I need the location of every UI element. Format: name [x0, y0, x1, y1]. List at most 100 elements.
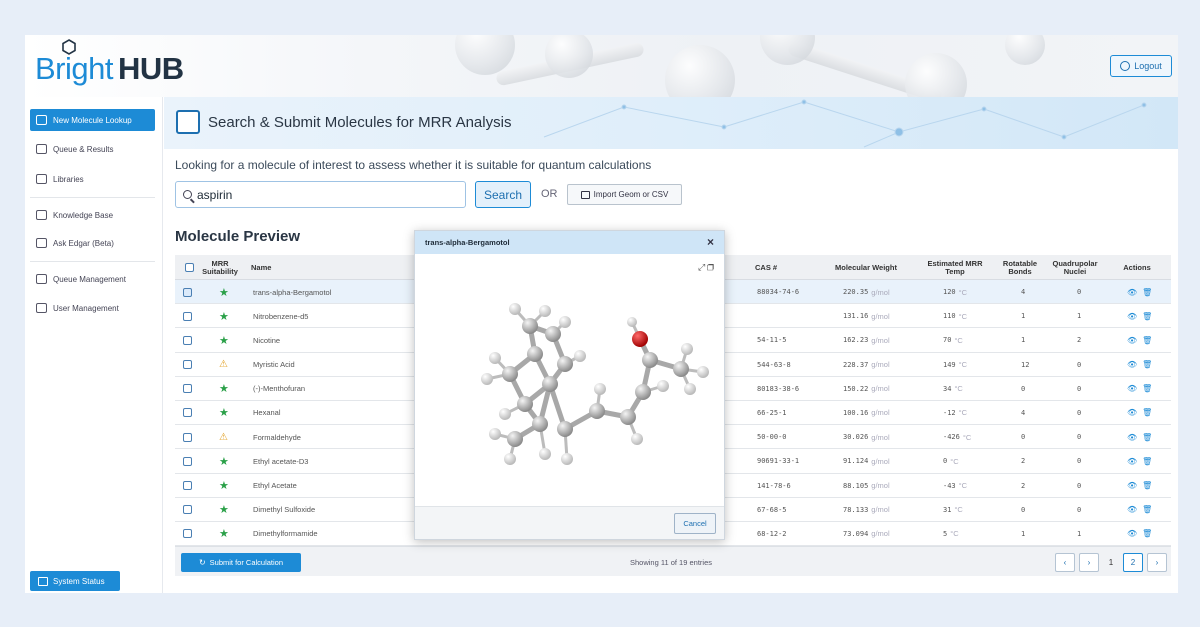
view-icon[interactable]: 👁: [1127, 312, 1142, 321]
row-checkbox[interactable]: [183, 425, 192, 449]
select-all-checkbox[interactable]: [183, 255, 195, 280]
row-checkbox[interactable]: [183, 280, 192, 304]
trash-icon[interactable]: 🗑: [1142, 336, 1157, 345]
trash-icon[interactable]: 🗑: [1142, 408, 1157, 417]
rotatable-bonds: 12: [1021, 360, 1030, 369]
molecular-weight: 78.133 g/mol: [843, 505, 890, 515]
quadrupolar-nuclei: 1: [1077, 529, 1082, 538]
molecule-name[interactable]: Myristic Acid: [253, 353, 295, 377]
row-checkbox[interactable]: [183, 522, 192, 546]
trash-icon[interactable]: 🗑: [1142, 457, 1157, 466]
sidebar-item-knowledge-base[interactable]: Knowledge Base: [30, 204, 155, 226]
sidebar-item-queue-results[interactable]: Queue & Results: [30, 138, 155, 160]
quadrupolar-nuclei: 0: [1077, 384, 1082, 393]
page-2[interactable]: 2: [1123, 553, 1143, 572]
sidebar-item-new-molecule-lookup[interactable]: New Molecule Lookup: [30, 109, 155, 131]
molecule-name[interactable]: Dimethylformamide: [253, 522, 318, 546]
trash-icon[interactable]: 🗑: [1142, 288, 1157, 297]
brand-logo: Bright HUB: [35, 47, 184, 91]
row-checkbox[interactable]: [183, 377, 192, 401]
sidebar-item-label: Queue Management: [53, 274, 126, 284]
col-rot[interactable]: Rotatable Bonds: [997, 255, 1043, 280]
sidebar-item-queue-management[interactable]: Queue Management: [30, 268, 155, 290]
col-temp[interactable]: Estimated MRR Temp: [920, 255, 990, 280]
star-icon: ★: [219, 334, 229, 347]
trash-icon[interactable]: 🗑: [1142, 505, 1157, 514]
molecule-3d-view[interactable]: [415, 254, 724, 507]
molecular-weight: 162.23 g/mol: [843, 335, 890, 345]
next-page-button[interactable]: ›: [1079, 553, 1099, 572]
molecular-weight: 150.22 g/mol: [843, 384, 890, 394]
logout-button[interactable]: Logout: [1110, 55, 1172, 77]
row-actions: 👁 🗑: [1127, 353, 1157, 377]
view-icon[interactable]: 👁: [1127, 481, 1142, 490]
import-icon: [580, 190, 590, 199]
submit-button[interactable]: ↻ Submit for Calculation: [181, 553, 301, 572]
trash-icon[interactable]: 🗑: [1142, 481, 1157, 490]
view-icon[interactable]: 👁: [1127, 336, 1142, 345]
close-icon[interactable]: ×: [707, 235, 714, 249]
cas-number: 67-68-5: [757, 505, 787, 514]
trash-icon[interactable]: 🗑: [1142, 312, 1157, 321]
sidebar-item-label: New Molecule Lookup: [53, 115, 132, 125]
col-name[interactable]: Name: [251, 255, 291, 280]
col-cas[interactable]: CAS #: [755, 255, 795, 280]
external-link-icon: [36, 210, 47, 220]
view-icon[interactable]: 👁: [1127, 433, 1142, 442]
molecule-name[interactable]: (-)-Menthofuran: [253, 377, 305, 401]
search-input-box[interactable]: [175, 181, 466, 208]
view-icon[interactable]: 👁: [1127, 457, 1142, 466]
queue-icon: [36, 274, 47, 284]
search-input[interactable]: [197, 187, 447, 202]
row-checkbox[interactable]: [183, 353, 192, 377]
brand-name-part2: HUB: [117, 51, 184, 86]
molecule-name[interactable]: Hexanal: [253, 401, 281, 425]
view-icon[interactable]: 👁: [1127, 529, 1142, 538]
last-page-button[interactable]: ›: [1147, 553, 1167, 572]
cancel-button[interactable]: Cancel: [674, 513, 716, 534]
trash-icon[interactable]: 🗑: [1142, 529, 1157, 538]
sidebar-item-ask-edgar[interactable]: Ask Edgar (Beta): [30, 232, 155, 254]
prev-page-button[interactable]: ‹: [1055, 553, 1075, 572]
sidebar-item-label: User Management: [53, 303, 119, 313]
system-status-button[interactable]: System Status: [30, 571, 120, 591]
sidebar-item-user-management[interactable]: User Management: [30, 297, 155, 319]
star-icon: ★: [219, 455, 229, 468]
row-actions: 👁 🗑: [1127, 304, 1157, 328]
col-quad[interactable]: Quadrupolar Nuclei: [1045, 255, 1105, 280]
search-button[interactable]: Search: [475, 181, 531, 208]
view-icon[interactable]: 👁: [1127, 384, 1142, 393]
molecular-weight: 73.094 g/mol: [843, 529, 890, 539]
molecule-name[interactable]: trans-alpha-Bergamotol: [253, 280, 331, 304]
row-checkbox[interactable]: [183, 401, 192, 425]
queue-icon: [36, 144, 47, 154]
molecule-name[interactable]: Nitrobenzene-d5: [253, 304, 308, 328]
row-checkbox[interactable]: [183, 449, 192, 473]
page-1[interactable]: 1: [1103, 553, 1119, 572]
row-checkbox[interactable]: [183, 304, 192, 328]
view-icon[interactable]: 👁: [1127, 408, 1142, 417]
view-icon[interactable]: 👁: [1127, 505, 1142, 514]
molecule-name[interactable]: Dimethyl Sulfoxide: [253, 498, 315, 522]
molecule-name[interactable]: Ethyl acetate-D3: [253, 449, 308, 473]
row-checkbox[interactable]: [183, 498, 192, 522]
row-checkbox[interactable]: [183, 328, 192, 352]
trash-icon[interactable]: 🗑: [1142, 433, 1157, 442]
mrr-temp: -43 °C: [943, 481, 968, 490]
trash-icon[interactable]: 🗑: [1142, 360, 1157, 369]
row-checkbox[interactable]: [183, 474, 192, 498]
view-icon[interactable]: 👁: [1127, 360, 1142, 369]
import-button[interactable]: Import Geom or CSV: [567, 184, 682, 205]
molecule-name[interactable]: Nicotine: [253, 328, 280, 352]
col-suitability[interactable]: MRR Suitability: [195, 255, 245, 280]
view-icon[interactable]: 👁: [1127, 288, 1142, 297]
star-icon: ★: [219, 480, 229, 492]
molecule-name[interactable]: Formaldehyde: [253, 425, 301, 449]
trash-icon[interactable]: 🗑: [1142, 384, 1157, 393]
logout-label: Logout: [1134, 61, 1162, 71]
molecule-name[interactable]: Ethyl Acetate: [253, 474, 297, 498]
section-title: Molecule Preview: [175, 228, 301, 245]
sidebar-item-libraries[interactable]: Libraries: [30, 168, 155, 190]
row-actions: 👁 🗑: [1127, 328, 1157, 352]
col-mw[interactable]: Molecular Weight: [835, 255, 897, 280]
